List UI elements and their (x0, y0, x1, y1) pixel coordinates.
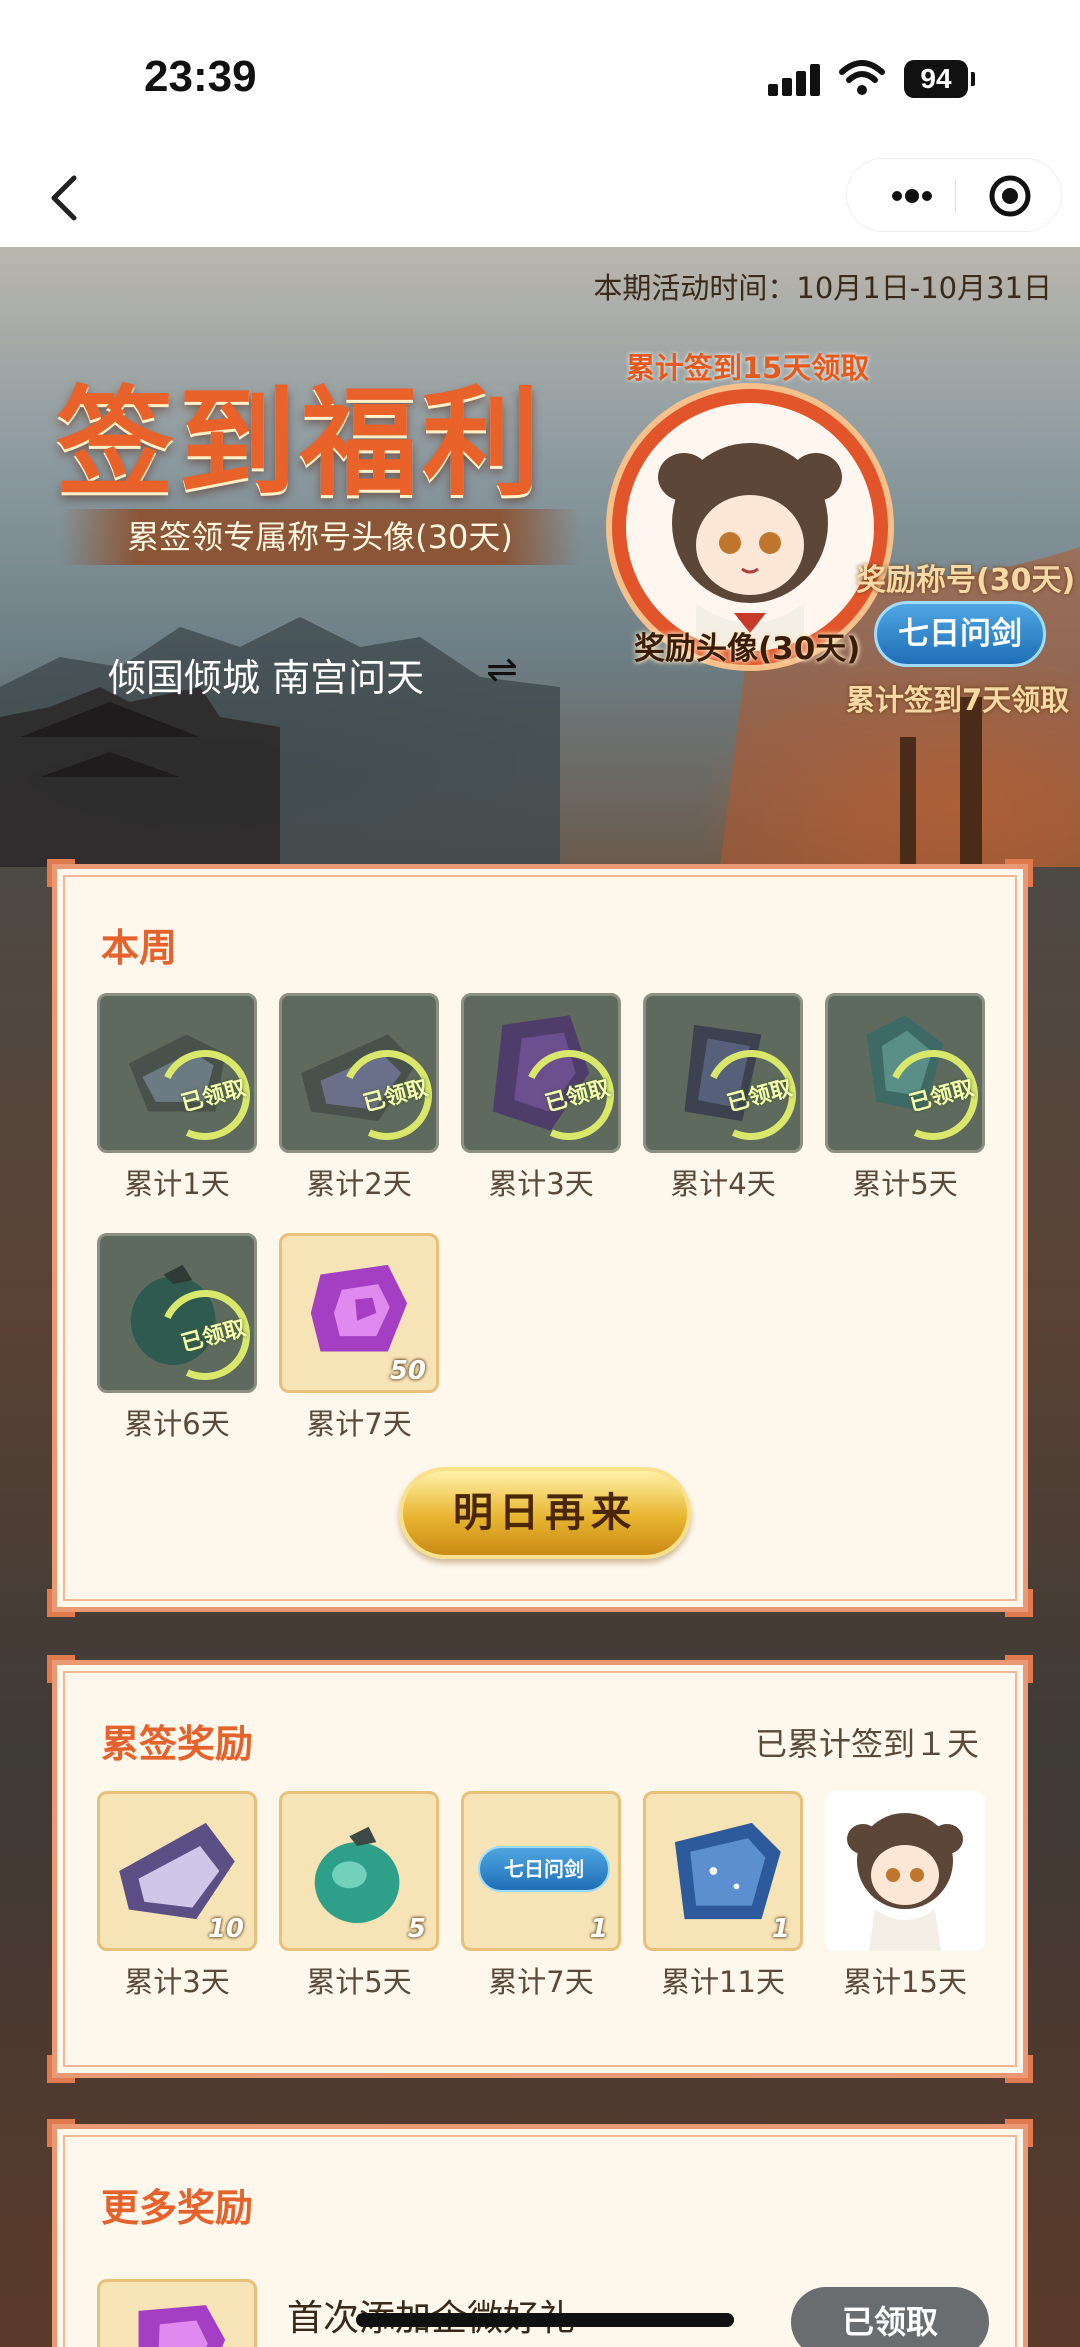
back-icon[interactable] (36, 168, 96, 228)
more-icon[interactable] (869, 159, 955, 233)
day-5-label: 累计5天 (852, 1167, 958, 1201)
activity-period: 本期活动时间：10月1日-10月31日 (593, 271, 1052, 305)
checkin-banner: 本期活动时间：10月1日-10月31日 签到福利 累签领专属称号头像(30天) … (0, 247, 1080, 867)
corner-ornament (1005, 1589, 1033, 1617)
cumulative-panel-title: 累签奖励 (101, 1722, 254, 1766)
day-3-label: 累计3天 (488, 1167, 594, 1201)
home-indicator[interactable] (356, 2313, 734, 2327)
day-4-label: 累计4天 (670, 1167, 776, 1201)
day-3-reward[interactable]: 已领取 (461, 993, 621, 1153)
banner-title: 签到福利 (56, 373, 545, 512)
status-bar: 23:39 94 (0, 0, 1080, 150)
day-1-label: 累计1天 (124, 1167, 230, 1201)
cumulative-3-reward[interactable]: 10 (97, 1791, 257, 1951)
corner-ornament (47, 2119, 75, 2147)
selected-title-nickname: 倾国倾城 南宫问天 (108, 656, 425, 700)
day-5-reward[interactable]: 已领取 (825, 993, 985, 1153)
cumulative-7-label: 累计7天 (488, 1965, 594, 1999)
purple-crystal-icon (138, 2305, 226, 2347)
banner-subtitle: 累签领专属称号头像(30天) (60, 509, 580, 565)
item-quantity: 10 (207, 1914, 244, 1944)
signal-icon (768, 62, 824, 96)
cumulative-7-reward[interactable]: 七日问剑 1 (461, 1791, 621, 1951)
corner-ornament (47, 1655, 75, 1683)
close-icon[interactable] (967, 159, 1053, 233)
day-7-label: 累计7天 (306, 1407, 412, 1441)
day-2-label: 累计2天 (306, 1167, 412, 1201)
cumulative-11-label: 累计11天 (661, 1965, 785, 1999)
corner-ornament (47, 859, 75, 887)
week-panel-title: 本周 (101, 926, 178, 970)
corner-ornament (1005, 859, 1033, 887)
cumulative-3-label: 累计3天 (124, 1965, 230, 1999)
week-panel: 本周 已领取 累计1天 已领取 累计2天 已领取 累计3天 已领取 累计4天 已… (47, 859, 1033, 1617)
item-quantity: 1 (771, 1914, 790, 1944)
swap-icon[interactable]: ⇌ (486, 647, 518, 691)
reward-title-label: 奖励称号(30天) (856, 563, 1076, 598)
title-badge[interactable]: 七日问剑 (874, 601, 1046, 667)
day-2-reward[interactable]: 已领取 (279, 993, 439, 1153)
avatar-character-image (847, 1813, 963, 1951)
title-reward-condition: 累计签到7天领取 (846, 683, 1070, 717)
cumulative-5-reward[interactable]: 5 (279, 1791, 439, 1951)
cumulative-5-label: 累计5天 (306, 1965, 412, 1999)
claimed-button[interactable]: 已领取 (791, 2287, 989, 2347)
day-6-label: 累计6天 (124, 1407, 230, 1441)
item-quantity: 50 (389, 1356, 426, 1386)
title-badge-mini: 七日问剑 (478, 1846, 610, 1892)
day-7-reward[interactable]: 50 (279, 1233, 439, 1393)
day-6-reward[interactable]: 已领取 (97, 1233, 257, 1393)
battery-indicator: 94 (904, 60, 975, 98)
corner-ornament (1005, 1655, 1033, 1683)
item-quantity: 5 (407, 1914, 426, 1944)
avatar-character-image (658, 443, 842, 651)
nav-bar (0, 150, 1080, 247)
come-back-tomorrow-button[interactable]: 明日再来 (399, 1467, 691, 1559)
more-reward-item[interactable] (97, 2279, 257, 2347)
cumulative-panel: 累签奖励 已累计签到１天 10 累计3天 5 累计5天 七日问剑 1 累计7天 … (47, 1655, 1033, 2083)
corner-ornament (47, 2055, 75, 2083)
corner-ornament (1005, 2055, 1033, 2083)
mini-program-capsule (846, 158, 1062, 232)
cumulative-15-label: 累计15天 (843, 1965, 967, 1999)
capsule-divider (955, 179, 956, 213)
item-quantity: 1 (589, 1914, 608, 1944)
reward-avatar-label: 奖励头像(30天) (634, 631, 861, 667)
day-1-reward[interactable]: 已领取 (97, 993, 257, 1153)
status-time: 23:39 (144, 52, 257, 101)
cumulative-progress-text: 已累计签到１天 (754, 1725, 979, 1763)
wifi-icon (839, 60, 885, 95)
cumulative-15-reward[interactable] (825, 1791, 985, 1951)
corner-ornament (1005, 2119, 1033, 2147)
cumulative-11-reward[interactable]: 1 (643, 1791, 803, 1951)
corner-ornament (47, 1589, 75, 1617)
day-4-reward[interactable]: 已领取 (643, 993, 803, 1153)
avatar-reward-condition: 累计签到15天领取 (626, 351, 870, 385)
more-rewards-title: 更多奖励 (101, 2186, 254, 2230)
